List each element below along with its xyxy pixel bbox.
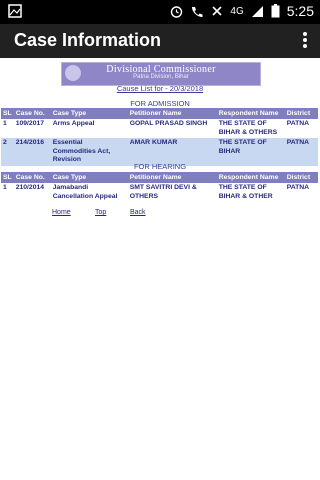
cell-petitioner: GOPAL PRASAD SINGH <box>127 119 217 138</box>
column-header: Case Type <box>50 172 128 183</box>
column-header: Case Type <box>50 108 128 119</box>
home-link[interactable]: Home <box>52 209 71 216</box>
back-link[interactable]: Back <box>130 209 146 216</box>
cell-district: PATNA <box>284 119 318 138</box>
admission-table: SL Case No. Case Type Petitioner Name Re… <box>1 108 318 166</box>
column-header: Petitioner Name <box>127 108 217 119</box>
admission-heading: FOR ADMISSION <box>130 99 190 108</box>
table-row: 1 210/2014 Jamabandi Cancellation Appeal… <box>1 183 318 202</box>
cell-sl: 1 <box>1 183 14 202</box>
signal-icon <box>251 5 263 17</box>
overflow-menu-icon[interactable] <box>302 30 308 52</box>
web-content: Divisional Commissioner Patna Division, … <box>0 62 320 480</box>
status-time: 5:25 <box>286 3 314 19</box>
table-header-row: SL Case No. Case Type Petitioner Name Re… <box>1 172 318 183</box>
banner-subtitle: Patna Division, Bihar <box>133 74 189 80</box>
hearing-table: SL Case No. Case Type Petitioner Name Re… <box>1 172 318 202</box>
column-header: SL <box>1 108 14 119</box>
cell-case-type: Arms Appeal <box>50 119 128 138</box>
app-bar: Case Information <box>0 24 320 58</box>
header-banner: Divisional Commissioner Patna Division, … <box>61 62 261 86</box>
column-header: Petitioner Name <box>127 172 217 183</box>
page-title: Case Information <box>14 30 162 50</box>
cell-case-type: Jamabandi Cancellation Appeal <box>50 183 128 202</box>
no-signal-icon <box>212 5 222 16</box>
cause-list-link[interactable]: Cause List for - 20/3/2018 <box>0 84 320 93</box>
column-header: SL <box>1 172 14 183</box>
column-header: Respondent Name <box>216 172 285 183</box>
volte-call-icon <box>192 6 203 17</box>
cell-petitioner: SMT SAVITRI DEVI & OTHERS <box>127 183 217 202</box>
top-link[interactable]: Top <box>95 209 106 216</box>
column-header: District <box>284 172 318 183</box>
table-row: 1 109/2017 Arms Appeal GOPAL PRASAD SING… <box>1 119 318 138</box>
cell-respondent: THE STATE OF BIHAR & OTHERS <box>216 119 285 138</box>
column-header: Case No. <box>13 108 51 119</box>
cell-sl: 1 <box>1 119 14 138</box>
table-header-row: SL Case No. Case Type Petitioner Name Re… <box>1 108 318 119</box>
image-icon <box>8 4 22 18</box>
cell-district: PATNA <box>284 183 318 202</box>
hearing-heading: FOR HEARING <box>133 162 187 171</box>
cell-case-no: 109/2017 <box>13 119 51 138</box>
column-header: Case No. <box>13 172 51 183</box>
column-header: Respondent Name <box>216 108 285 119</box>
column-header: District <box>284 108 318 119</box>
cell-case-no: 210/2014 <box>13 183 51 202</box>
battery-icon <box>271 4 280 18</box>
network-type-label: 4G <box>230 5 244 17</box>
cell-respondent: THE STATE OF BIHAR & OTHER <box>216 183 285 202</box>
alarm-icon <box>171 5 183 18</box>
status-bar: 4G 5:25 <box>0 0 320 24</box>
